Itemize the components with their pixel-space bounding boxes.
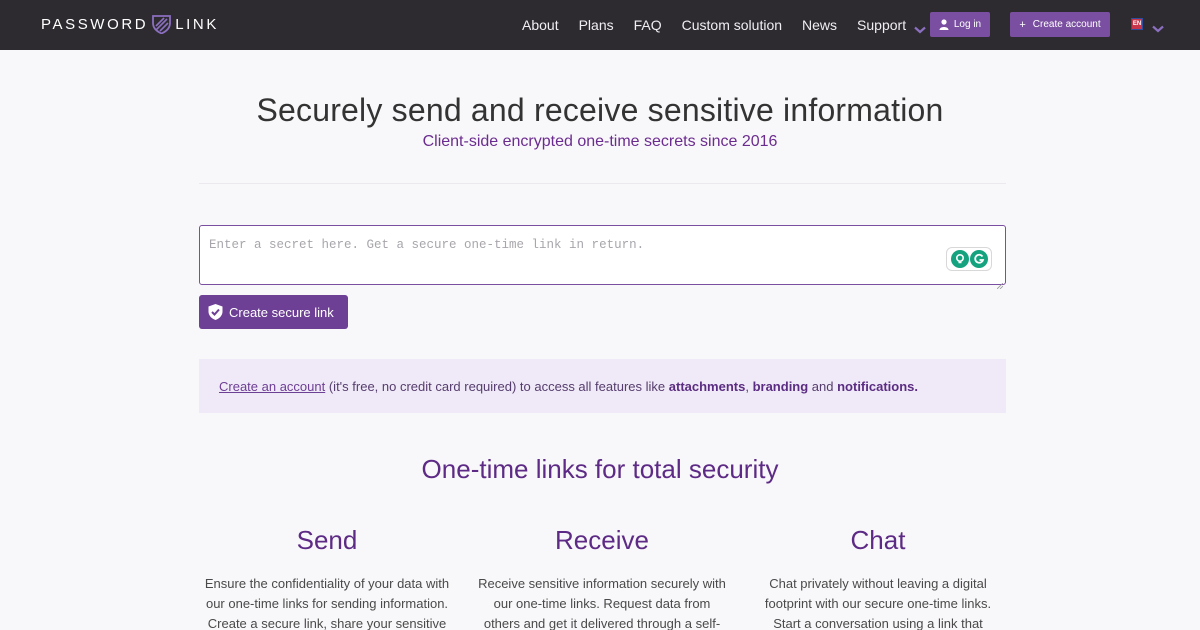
login-label: Log in [953,19,982,30]
feature-branding: branding [752,378,809,394]
create-account-button[interactable]: + Create account [1010,12,1110,37]
nav-support-dropdown[interactable]: Support [857,17,926,34]
promo-text: (it's free, no credit card required) to … [325,378,669,394]
divider [199,183,1006,184]
flag-icon: EN [1131,18,1143,30]
feature-heading: Chat [850,525,906,555]
feature-description: Chat privately without leaving a digital… [764,576,992,630]
grammarly-icon[interactable] [969,250,988,268]
feature-description: Ensure the confidentiality of your data … [204,576,450,630]
language-selector[interactable]: EN [1131,18,1164,33]
feature-notifications: notifications [837,378,915,394]
brand-logo[interactable]: PASSWORD LINK [41,14,219,35]
feature-description: Receive sensitive information securely w… [478,576,726,630]
nav-plans[interactable]: Plans [579,17,614,33]
promo-end: . [914,378,919,394]
resize-handle-icon[interactable] [996,276,1004,290]
user-icon [939,19,949,30]
feature-send: Send Ensure the confidentiality of your … [197,524,457,630]
secret-input-wrapper [199,225,1006,290]
shield-logo-icon [152,14,172,35]
hero-subtitle: Client-side encrypted one-time secrets s… [422,133,778,150]
features-title: One-time links for total security [421,454,779,484]
nav-custom-solution[interactable]: Custom solution [682,17,782,33]
feature-chat: Chat Chat privately without leaving a di… [748,524,1008,630]
chevron-down-icon [1152,20,1164,33]
lightbulb-icon[interactable] [950,250,969,268]
feature-heading: Receive [555,525,649,555]
grammarly-widget[interactable] [946,247,992,271]
login-button[interactable]: Log in [930,12,990,37]
nav-support-label: Support [857,17,907,33]
brand-text-password: PASSWORD [41,15,149,33]
create-account-label: Create account [1032,19,1101,30]
hero-title: Securely send and receive sensitive info… [256,92,944,128]
nav-about[interactable]: About [522,17,559,33]
create-account-link[interactable]: Create an account [219,379,325,394]
brand-text-link: LINK [175,15,219,33]
main-nav: About Plans FAQ Custom solution News Sup… [522,16,926,34]
top-navbar: PASSWORD LINK About Plans FAQ Custom sol… [0,0,1200,50]
promo-separator: , [745,378,753,394]
feature-attachments: attachments [668,378,746,394]
nav-news[interactable]: News [802,17,837,33]
secret-input[interactable] [200,226,1005,284]
account-promo-banner: Create an account (it's free, no credit … [199,359,1006,413]
promo-separator: and [808,378,838,394]
shield-check-icon [207,303,224,321]
create-secure-link-label: Create secure link [229,304,334,320]
chevron-down-icon [914,21,926,34]
nav-faq[interactable]: FAQ [634,17,662,33]
plus-icon: + [1019,18,1026,31]
feature-receive: Receive Receive sensitive information se… [472,524,732,630]
create-secure-link-button[interactable]: Create secure link [199,295,348,329]
feature-heading: Send [296,525,358,555]
